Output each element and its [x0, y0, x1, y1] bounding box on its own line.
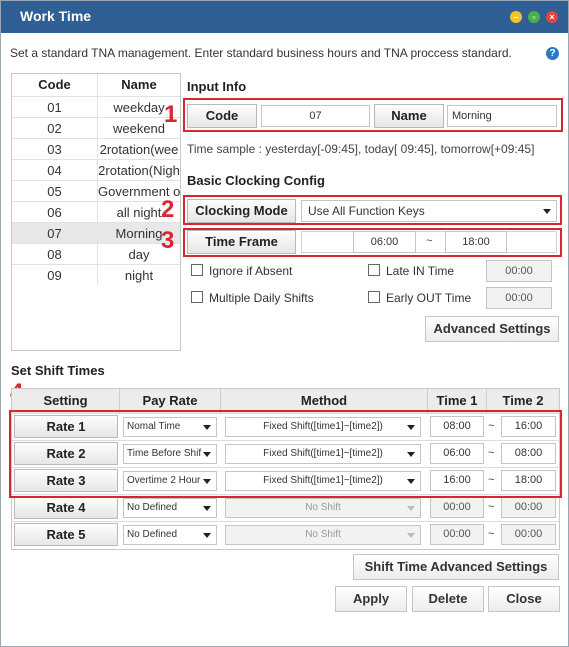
multiple-shifts-checkbox[interactable]: [191, 291, 203, 303]
code-input[interactable]: 07: [261, 105, 370, 127]
time-frame-start-input[interactable]: 06:00: [353, 231, 416, 253]
method-select[interactable]: No Shift: [225, 498, 421, 518]
ignore-absent-checkbox[interactable]: [191, 264, 203, 276]
name-cell: night: [124, 268, 154, 283]
pay-rate-value: No Defined: [127, 502, 178, 513]
code-cell: 03: [47, 142, 62, 157]
name-label: Name: [374, 104, 444, 128]
annotation-number-3: 3: [161, 227, 175, 254]
name-cell: 2rotation(wee: [99, 142, 179, 157]
code-cell: 06: [47, 205, 62, 220]
code-cell: 08: [47, 247, 62, 262]
code-column-header[interactable]: Code: [12, 74, 97, 96]
code-list-row[interactable]: 03 2rotation(wee: [12, 138, 180, 160]
column-divider: [97, 74, 98, 284]
title-bar[interactable]: Work Time – ▫ ×: [1, 1, 568, 33]
close-button[interactable]: Close: [488, 586, 560, 612]
early-out-label: Early OUT Time: [386, 291, 472, 305]
rate-label: Rate 5: [14, 523, 118, 546]
clocking-mode-label: Clocking Mode: [187, 199, 296, 223]
rate-label: Rate 4: [14, 496, 118, 519]
late-in-time-input[interactable]: 00:00: [486, 260, 552, 282]
maximize-icon[interactable]: ▫: [528, 11, 540, 23]
dropdown-arrow-icon: [203, 533, 211, 538]
work-time-window: Work Time – ▫ × Set a standard TNA manag…: [0, 0, 569, 647]
apply-button[interactable]: Apply: [335, 586, 407, 612]
method-value: No Shift: [305, 529, 341, 540]
time-sample-text: Time sample : yesterday[-09:45], today[ …: [187, 142, 535, 156]
dropdown-arrow-icon: [407, 533, 415, 538]
description-text: Set a standard TNA management. Enter sta…: [10, 46, 512, 60]
code-label: Code: [187, 104, 257, 128]
dropdown-arrow-icon: [203, 506, 211, 511]
time-frame-end-input[interactable]: 18:00: [445, 231, 507, 253]
clocking-config-heading: Basic Clocking Config: [187, 173, 325, 188]
time1-input[interactable]: 00:00: [430, 497, 484, 518]
early-out-checkbox[interactable]: [368, 291, 380, 303]
shift-time-advanced-settings-button[interactable]: Shift Time Advanced Settings: [353, 554, 559, 580]
method-value: No Shift: [305, 502, 341, 513]
early-out-time-input[interactable]: 00:00: [486, 287, 552, 309]
annotation-number-1: 1: [164, 101, 178, 128]
clocking-mode-select[interactable]: Use All Function Keys: [301, 200, 557, 222]
code-list-row[interactable]: 09 night: [12, 264, 180, 286]
time-separator: ~: [488, 501, 495, 513]
pay-rate-select[interactable]: No Defined: [123, 498, 217, 518]
time2-input[interactable]: 00:00: [501, 497, 556, 518]
ignore-absent-label: Ignore if Absent: [209, 264, 293, 278]
name-column-header[interactable]: Name: [98, 74, 180, 96]
code-cell: 02: [47, 121, 62, 136]
code-list-row[interactable]: 04 2rotation(Nigh: [12, 159, 180, 181]
annotation-number-2: 2: [161, 196, 175, 223]
name-cell: 2rotation(Nigh: [98, 163, 180, 178]
code-cell: 05: [47, 184, 62, 199]
code-cell: 09: [47, 268, 62, 283]
time1-input[interactable]: 00:00: [430, 524, 484, 545]
code-list-row[interactable]: 06 all night: [12, 201, 180, 223]
code-cell: 04: [47, 163, 62, 178]
help-icon[interactable]: ?: [546, 47, 559, 60]
minimize-icon[interactable]: –: [510, 11, 522, 23]
code-list-row[interactable]: 02 weekend: [12, 117, 180, 139]
annotation-box-4: [9, 410, 562, 498]
code-cell: 07: [47, 226, 62, 241]
dropdown-arrow-icon: [543, 209, 551, 214]
time-separator: ~: [488, 528, 495, 540]
row-divider: [12, 521, 559, 522]
close-icon[interactable]: ×: [546, 11, 558, 23]
code-list-row[interactable]: 08 day: [12, 243, 180, 265]
code-list-row[interactable]: 05 Government o: [12, 180, 180, 202]
code-list-table: Code Name 01 weekday 02 weekend 03 2rotation(…: [11, 73, 181, 351]
dropdown-arrow-icon: [407, 506, 415, 511]
shift-times-heading: Set Shift Times: [11, 363, 105, 378]
input-info-heading: Input Info: [187, 79, 247, 94]
window-title: Work Time: [20, 8, 92, 24]
advanced-settings-button[interactable]: Advanced Settings: [425, 316, 559, 342]
code-list-row[interactable]: 07 Morning: [12, 222, 180, 244]
code-list-row[interactable]: 01 weekday: [12, 96, 180, 118]
multiple-shifts-label: Multiple Daily Shifts: [209, 291, 314, 305]
name-input[interactable]: Morning: [447, 105, 557, 127]
late-in-checkbox[interactable]: [368, 264, 380, 276]
code-cell: 01: [47, 100, 62, 115]
time-frame-label: Time Frame: [187, 230, 296, 254]
pay-rate-select[interactable]: No Defined: [123, 525, 217, 545]
pay-rate-value: No Defined: [127, 529, 178, 540]
late-in-label: Late IN Time: [386, 264, 455, 278]
delete-button[interactable]: Delete: [412, 586, 484, 612]
method-select[interactable]: No Shift: [225, 525, 421, 545]
clocking-mode-value: Use All Function Keys: [308, 204, 425, 218]
time-frame-separator: ~: [426, 235, 433, 247]
time2-input[interactable]: 00:00: [501, 524, 556, 545]
